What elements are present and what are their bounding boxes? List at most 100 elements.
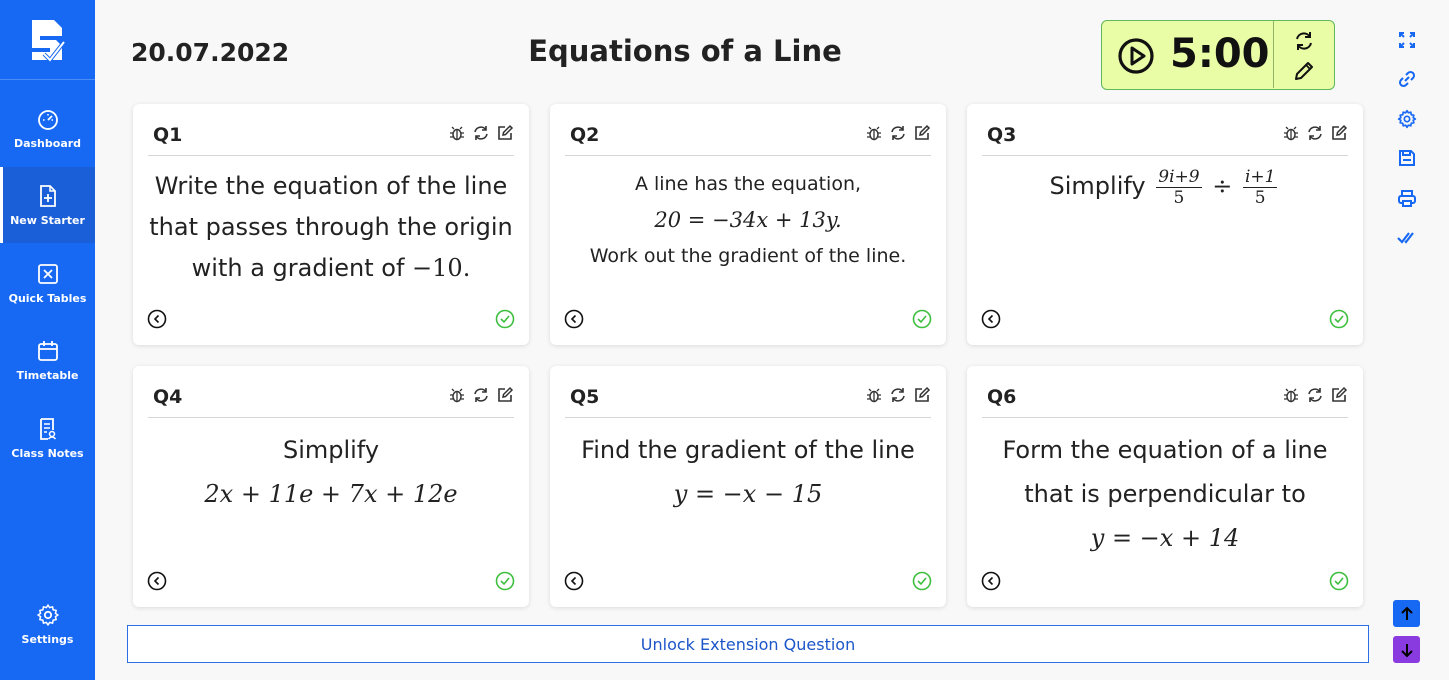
question-line: Simplify bbox=[1049, 172, 1146, 200]
sidebar: Dashboard New Starter Quick Tables Timet… bbox=[0, 0, 95, 680]
refresh-icon[interactable] bbox=[1306, 124, 1324, 142]
card-header: Q2 bbox=[565, 116, 931, 156]
fraction-denominator: 5 bbox=[1173, 187, 1185, 208]
check-circle-icon[interactable] bbox=[495, 309, 515, 329]
chevron-left-circle-icon[interactable] bbox=[147, 571, 167, 591]
question-card-3: Q3 Simplify 9i+9 5 ÷ i+1 5 bbox=[967, 104, 1363, 345]
chevron-left-circle-icon[interactable] bbox=[147, 309, 167, 329]
times-box-icon bbox=[37, 263, 58, 284]
question-number: Q2 bbox=[570, 124, 600, 146]
fraction-numerator: i+1 bbox=[1242, 166, 1278, 188]
refresh-icon[interactable] bbox=[889, 386, 907, 404]
question-text: Find the gradient of the line y = −x − 1… bbox=[560, 428, 936, 516]
save-icon bbox=[1399, 150, 1415, 166]
bug-icon[interactable] bbox=[1282, 386, 1300, 404]
question-line: A line has the equation, bbox=[634, 173, 862, 195]
edit-icon[interactable] bbox=[1330, 124, 1348, 142]
sidebar-item-dashboard[interactable]: Dashboard bbox=[0, 90, 95, 166]
question-text: Simplify 2x + 11e + 7x + 12e bbox=[143, 428, 519, 516]
refresh-icon[interactable] bbox=[472, 386, 490, 404]
check-circle-icon[interactable] bbox=[495, 571, 515, 591]
share-link-button[interactable] bbox=[1394, 66, 1420, 92]
bug-icon[interactable] bbox=[448, 386, 466, 404]
check-circle-icon[interactable] bbox=[1329, 309, 1349, 329]
edit-icon[interactable] bbox=[496, 124, 514, 142]
fullscreen-button[interactable] bbox=[1394, 27, 1420, 53]
question-line: with a gradient of bbox=[191, 254, 405, 282]
question-line: Write the equation of the line bbox=[154, 172, 508, 200]
bug-icon[interactable] bbox=[448, 124, 466, 142]
check-circle-icon[interactable] bbox=[1329, 571, 1349, 591]
sidebar-item-new-starter[interactable]: New Starter bbox=[0, 167, 95, 243]
sidebar-item-settings[interactable]: Settings bbox=[0, 586, 95, 662]
double-check-icon bbox=[1397, 232, 1414, 244]
question-card-5: Q5 Find the gradient of the line y = −x … bbox=[550, 366, 946, 607]
question-card-2: Q2 A line has the equation, 20 = −34x + … bbox=[550, 104, 946, 345]
bug-icon[interactable] bbox=[1282, 124, 1300, 142]
calendar-icon bbox=[37, 340, 58, 361]
check-circle-icon[interactable] bbox=[912, 309, 932, 329]
page-title: Equations of a Line bbox=[528, 34, 842, 68]
save-button[interactable] bbox=[1394, 145, 1420, 171]
sidebar-item-class-notes[interactable]: Class Notes bbox=[0, 400, 95, 476]
logo-icon bbox=[31, 19, 66, 63]
expand-icon bbox=[1399, 32, 1415, 48]
sidebar-item-label: Quick Tables bbox=[8, 291, 87, 305]
fraction-numerator: 9i+9 bbox=[1156, 166, 1202, 188]
print-button[interactable] bbox=[1394, 185, 1420, 211]
unlock-extension-button[interactable]: Unlock Extension Question bbox=[127, 625, 1369, 663]
check-circle-icon[interactable] bbox=[912, 571, 932, 591]
gear-icon bbox=[1397, 109, 1417, 129]
chevron-left-circle-icon[interactable] bbox=[981, 309, 1001, 329]
math-expression: y = −x − 15 bbox=[673, 480, 823, 508]
timer-panel: 5:00 bbox=[1101, 20, 1335, 90]
card-header: Q4 bbox=[148, 378, 514, 418]
divide-operator: ÷ bbox=[1212, 172, 1233, 200]
math-expression: 2x + 11e + 7x + 12e bbox=[204, 480, 458, 508]
question-line: Simplify bbox=[282, 436, 380, 464]
fraction: 9i+9 5 bbox=[1156, 166, 1202, 208]
chevron-left-circle-icon[interactable] bbox=[981, 571, 1001, 591]
edit-icon[interactable] bbox=[913, 124, 931, 142]
question-number: Q5 bbox=[570, 386, 600, 408]
question-line: Find the gradient of the line bbox=[581, 436, 915, 464]
arrow-down-icon bbox=[1400, 643, 1413, 657]
refresh-icon[interactable] bbox=[1306, 386, 1324, 404]
card-header: Q5 bbox=[565, 378, 931, 418]
sidebar-item-timetable[interactable]: Timetable bbox=[0, 322, 95, 398]
play-icon[interactable] bbox=[1116, 36, 1156, 76]
edit-icon[interactable] bbox=[913, 386, 931, 404]
edit-icon[interactable] bbox=[1330, 386, 1348, 404]
card-header: Q6 bbox=[982, 378, 1348, 418]
chevron-left-circle-icon[interactable] bbox=[564, 309, 584, 329]
bug-icon[interactable] bbox=[865, 124, 883, 142]
mark-all-button[interactable] bbox=[1394, 224, 1420, 250]
question-number: Q3 bbox=[987, 124, 1017, 146]
bug-icon[interactable] bbox=[865, 386, 883, 404]
refresh-icon[interactable] bbox=[1292, 29, 1316, 53]
question-line: that is perpendicular to bbox=[1024, 480, 1306, 508]
file-plus-icon bbox=[39, 184, 56, 207]
edit-icon[interactable] bbox=[496, 386, 514, 404]
question-text: Simplify 9i+9 5 ÷ i+1 5 bbox=[977, 166, 1353, 208]
card-tools bbox=[1282, 124, 1348, 142]
timer-divider bbox=[1273, 21, 1274, 88]
sidebar-item-quick-tables[interactable]: Quick Tables bbox=[0, 245, 95, 321]
timer-value: 5:00 bbox=[1170, 31, 1270, 77]
starter-date: 20.07.2022 bbox=[131, 38, 290, 67]
app-logo[interactable] bbox=[0, 0, 95, 80]
scroll-down-button[interactable] bbox=[1393, 636, 1420, 663]
card-tools bbox=[865, 124, 931, 142]
chevron-left-circle-icon[interactable] bbox=[564, 571, 584, 591]
scroll-up-button[interactable] bbox=[1393, 600, 1420, 627]
refresh-icon[interactable] bbox=[889, 124, 907, 142]
pencil-icon[interactable] bbox=[1292, 59, 1316, 83]
settings-button[interactable] bbox=[1394, 106, 1420, 132]
question-card-6: Q6 Form the equation of a line that is p… bbox=[967, 366, 1363, 607]
question-line: that passes through the origin bbox=[149, 213, 513, 241]
question-number: Q4 bbox=[153, 386, 183, 408]
refresh-icon[interactable] bbox=[472, 124, 490, 142]
question-card-4: Q4 Simplify 2x + 11e + 7x + 12e bbox=[133, 366, 529, 607]
link-icon bbox=[1398, 70, 1416, 88]
fraction-denominator: 5 bbox=[1254, 187, 1266, 208]
